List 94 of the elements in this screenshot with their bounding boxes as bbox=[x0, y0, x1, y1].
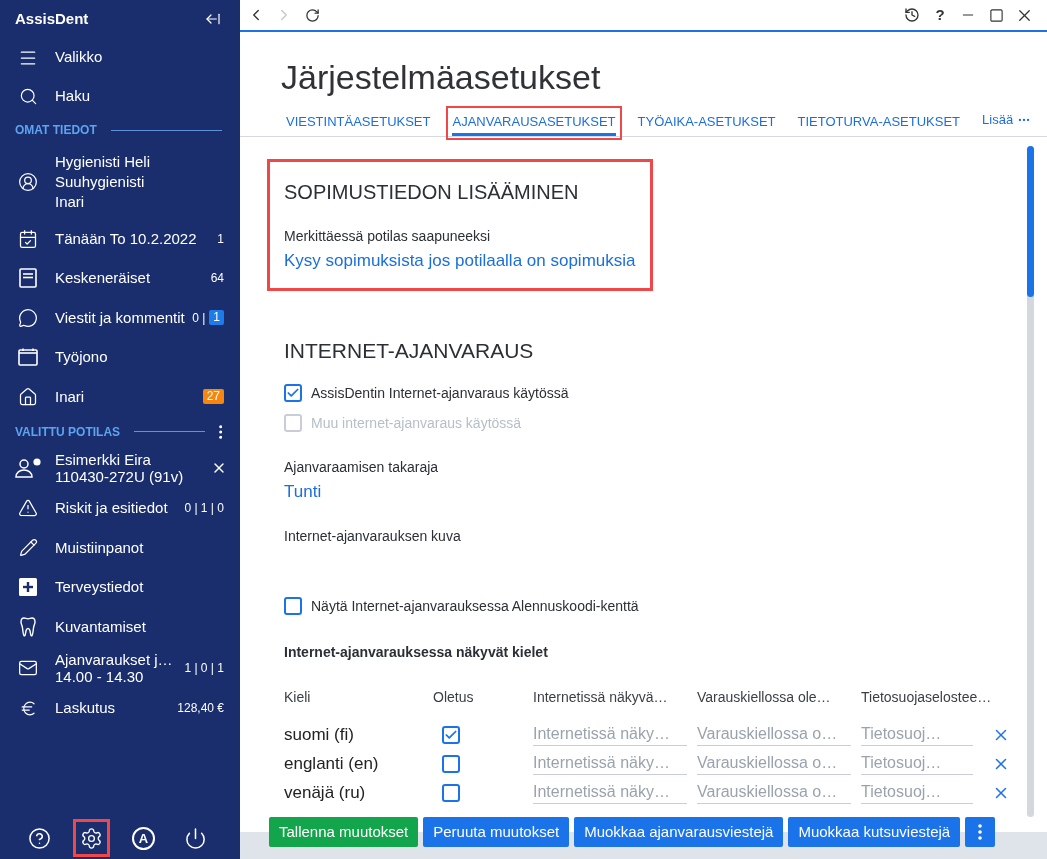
scrollbar-thumb[interactable] bbox=[1027, 146, 1034, 297]
item-count: 64 bbox=[210, 270, 224, 288]
tab[interactable]: TYÖAIKA-ASETUKSET bbox=[637, 113, 776, 136]
house-icon bbox=[18, 386, 38, 407]
field-label: Ajanvaraamisen takaraja bbox=[284, 458, 440, 477]
sidebar-item[interactable]: Haku bbox=[55, 85, 91, 108]
action-button[interactable]: Muokkaa ajanvarausviestejä bbox=[574, 817, 784, 847]
refresh-icon[interactable] bbox=[304, 7, 320, 23]
check-icon bbox=[286, 386, 300, 400]
sidebar-item[interactable]: Hygienisti Heli Suuhygienisti Inari bbox=[55, 151, 151, 212]
column-header: Internetissä näkyvä… bbox=[533, 688, 668, 707]
checkbox[interactable] bbox=[284, 384, 302, 402]
section-heading: SOPIMUSTIEDON LISÄÄMINEN bbox=[284, 180, 580, 205]
action-button[interactable]: Peruuta muutokset bbox=[423, 817, 570, 847]
search-icon bbox=[18, 87, 38, 106]
section-heading: INTERNET-AJANVARAUS bbox=[284, 338, 535, 364]
sidebar-item[interactable]: Ajanvaraukset j… 14.00 - 14.30 bbox=[55, 650, 173, 685]
subsection-heading: Internet-ajanvarauksessa näkyvät kielet bbox=[284, 643, 549, 662]
item-count: 1 bbox=[217, 230, 224, 248]
sidebar-item[interactable]: Kuvantamiset bbox=[55, 616, 146, 637]
page-title: Järjestelmäasetukset bbox=[280, 57, 602, 97]
settings-icon[interactable] bbox=[80, 826, 103, 850]
more-button[interactable] bbox=[965, 817, 996, 847]
field-label: Internet-ajanvarauksen kuva bbox=[284, 527, 462, 546]
column-header: Varauskiellossa ole… bbox=[697, 688, 831, 707]
count-badge: 1 bbox=[209, 310, 224, 326]
table-cell-text: venäjä (ru) bbox=[284, 781, 366, 804]
column-header: Tietosuojaselostee… bbox=[861, 688, 992, 707]
count-badge: 27 bbox=[202, 389, 224, 405]
checkbox[interactable] bbox=[442, 754, 460, 773]
text-field[interactable]: Varauskiellossa o… bbox=[697, 723, 851, 746]
column-header: Kieli bbox=[284, 688, 311, 707]
app-title: AssisDent bbox=[15, 8, 89, 29]
speech-bubble-icon bbox=[18, 307, 38, 328]
section-heading: OMAT TIEDOT bbox=[15, 122, 97, 139]
pencil-icon bbox=[18, 538, 38, 558]
tooth-icon bbox=[20, 616, 36, 637]
more-tabs-button[interactable]: Lisää bbox=[982, 111, 1032, 136]
user-circle-icon bbox=[18, 171, 38, 192]
sidebar-item[interactable]: Inari bbox=[55, 386, 85, 407]
calendar-check-icon bbox=[18, 228, 38, 249]
document-icon bbox=[19, 268, 37, 289]
tab[interactable]: TIETOTURVA-ASETUKSET bbox=[797, 113, 961, 136]
field-label: Merkittäessä potilas saapuneeksi bbox=[284, 227, 492, 246]
scrollbar-track[interactable] bbox=[1027, 146, 1034, 817]
table-cell-text: englanti (en) bbox=[284, 752, 379, 775]
sidebar-item[interactable]: Viestit ja kommentit bbox=[55, 307, 185, 328]
plus-square-icon bbox=[19, 578, 37, 597]
more-vertical-icon bbox=[978, 824, 983, 840]
power-icon[interactable] bbox=[184, 826, 207, 850]
sidebar-item[interactable]: Valikko bbox=[55, 46, 103, 69]
sidebar-item[interactable]: Laskutus bbox=[55, 698, 116, 719]
sidebar-item[interactable]: Keskeneräiset bbox=[55, 268, 151, 289]
item-count: 0 | 1 | 0 bbox=[184, 500, 224, 518]
tab[interactable]: VIESTINTÄASETUKSET bbox=[286, 113, 431, 136]
sidebar-item[interactable]: Tänään To 10.2.2022 bbox=[55, 228, 197, 249]
warning-icon bbox=[18, 498, 38, 519]
sidebar-item[interactable]: Työjono bbox=[55, 347, 108, 368]
text-field[interactable]: Internetissä näky… bbox=[533, 723, 687, 746]
sidebar-item[interactable]: Terveystiedot bbox=[55, 577, 144, 598]
text-field[interactable]: Internetissä näky… bbox=[533, 752, 687, 775]
account-button[interactable]: A bbox=[132, 826, 155, 850]
checkbox-label: Näytä Internet-ajanvarauksessa Alennuskoodi-kenttä bbox=[311, 596, 639, 616]
table-cell-text: suomi (fi) bbox=[284, 723, 354, 746]
calendar-icon bbox=[18, 348, 38, 367]
option-link[interactable]: Kysy sopimuksista jos potilaalla on sopimuksia bbox=[284, 249, 636, 273]
item-count: 128,40 € bbox=[177, 700, 224, 718]
maximize-icon[interactable] bbox=[988, 7, 1004, 23]
sidebar-item[interactable]: Riskit ja esitiedot bbox=[55, 498, 168, 519]
checkbox[interactable] bbox=[442, 725, 460, 744]
tab[interactable]: AJANVARAUSASETUKSET bbox=[452, 113, 616, 136]
text-field[interactable]: Varauskiellossa o… bbox=[697, 781, 851, 804]
section-heading: VALITTU POTILAS bbox=[15, 423, 121, 441]
checkbox[interactable] bbox=[284, 597, 302, 615]
checkbox-label: AssisDentin Internet-ajanvaraus käytössä bbox=[311, 383, 569, 403]
text-field[interactable]: Tietosuoj… bbox=[861, 781, 973, 804]
option-link[interactable]: Tunti bbox=[284, 480, 1027, 504]
person-dot-icon bbox=[15, 457, 41, 478]
text-field[interactable]: Internetissä näky… bbox=[533, 781, 687, 804]
column-header: Oletus bbox=[433, 688, 474, 707]
checkbox[interactable] bbox=[442, 783, 460, 802]
text-field[interactable]: Varauskiellossa o… bbox=[697, 752, 851, 775]
checkbox-label: Muu internet-ajanvaraus käytössä bbox=[311, 413, 522, 433]
help-icon[interactable] bbox=[28, 826, 51, 850]
item-count: 1 | 0 | 1 bbox=[184, 659, 224, 677]
text-field[interactable]: Tietosuoj… bbox=[861, 752, 973, 775]
sidebar-item[interactable]: Esimerkki Eira 110430-272U (91v) bbox=[55, 450, 184, 485]
help-button[interactable]: ? bbox=[935, 3, 945, 27]
text-field[interactable]: Tietosuoj… bbox=[861, 723, 973, 746]
item-count: 0 | bbox=[192, 309, 206, 327]
history-icon[interactable] bbox=[904, 7, 920, 23]
sidebar-item[interactable]: Muistiinpanot bbox=[55, 537, 144, 558]
action-button[interactable]: Muokkaa kutsuviestejä bbox=[788, 817, 961, 847]
more-vertical-icon[interactable] bbox=[218, 424, 222, 439]
